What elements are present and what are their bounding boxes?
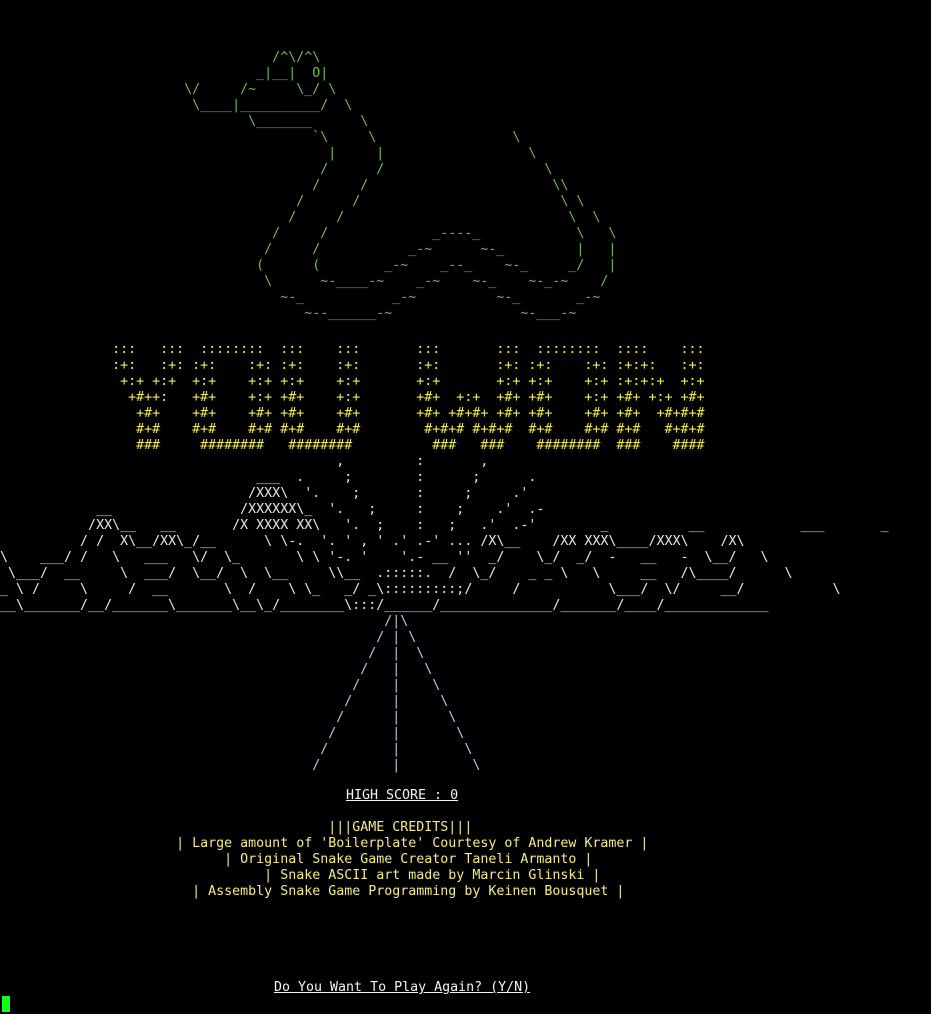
snake-ascii-art: /^\/^\ _|__| O| \/ /~ \_/ \ \____|______… (184, 50, 617, 321)
high-score-label: HIGH SCORE : 0 (346, 788, 459, 803)
terminal-cursor[interactable] (2, 996, 10, 1012)
road-ascii-art: /|\ / | \ / | \ / | \ / | \ / | \ / | \ … (312, 614, 481, 773)
game-credits: |||GAME CREDITS||| | Large amount of 'Bo… (176, 820, 649, 899)
mountains-ascii-art: , : , ___ . ; : ; . /XXX\ '. ; : ; .' __… (0, 454, 889, 613)
play-again-prompt[interactable]: Do You Want To Play Again? (Y/N) (274, 980, 530, 996)
you-won-ascii-title: ::: ::: :::::::: ::: ::: ::: ::: :::::::… (112, 342, 705, 453)
